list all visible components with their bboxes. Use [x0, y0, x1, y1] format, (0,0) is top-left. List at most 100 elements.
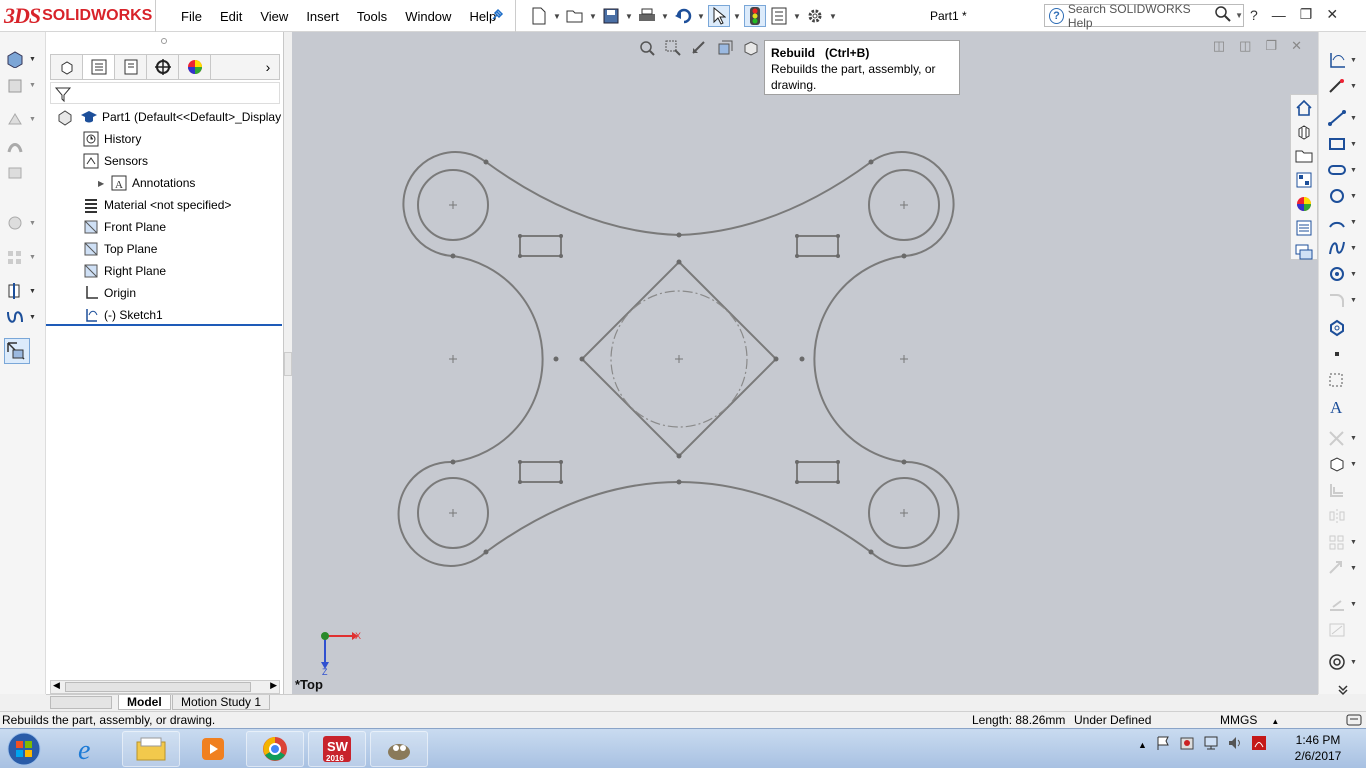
section-view-icon[interactable]: [715, 38, 735, 58]
tree-item-material[interactable]: Material <not specified>: [46, 194, 284, 216]
open-folder-icon[interactable]: [564, 5, 586, 27]
fillet-icon[interactable]: ▼: [5, 212, 37, 234]
restore-icon[interactable]: ❐: [1300, 6, 1313, 23]
panel-grip[interactable]: [161, 38, 167, 44]
forum-icon[interactable]: [1291, 241, 1317, 263]
undo-icon[interactable]: [672, 5, 694, 27]
scroll-left-icon[interactable]: ◀: [53, 680, 60, 691]
help-menu-icon[interactable]: ?: [1250, 7, 1258, 23]
revolve-icon[interactable]: ▼: [5, 74, 37, 96]
save-dropdown-arrow[interactable]: ▼: [624, 12, 634, 21]
viewport-close-icon[interactable]: ✕: [1291, 38, 1302, 54]
panel-collapse-handle[interactable]: [284, 352, 292, 376]
display-manager-tab-icon[interactable]: [179, 55, 211, 79]
new-document-icon[interactable]: [528, 5, 550, 27]
arc-icon[interactable]: ▼: [1327, 212, 1361, 232]
file-explorer-icon[interactable]: [1291, 145, 1317, 167]
tree-item-right-plane[interactable]: Right Plane: [46, 260, 284, 282]
quick-snaps-icon[interactable]: ▼: [1327, 652, 1361, 672]
menu-file[interactable]: File: [172, 9, 211, 24]
rebuild-traffic-light-icon[interactable]: [744, 5, 766, 27]
linear-pattern-icon[interactable]: ▼: [1327, 532, 1361, 552]
chrome-icon[interactable]: [246, 731, 304, 767]
property-manager-tab-icon[interactable]: [83, 55, 115, 79]
minimize-icon[interactable]: —: [1272, 7, 1286, 23]
display-relations-icon[interactable]: ▼: [1327, 594, 1361, 614]
tab-motion-study[interactable]: Motion Study 1: [172, 695, 271, 710]
tree-item-front-plane[interactable]: Front Plane: [46, 216, 284, 238]
start-button-icon[interactable]: [4, 730, 44, 768]
smart-dimension-icon[interactable]: ▼: [1327, 76, 1361, 96]
internet-explorer-icon[interactable]: e: [60, 731, 118, 767]
menu-edit[interactable]: Edit: [211, 9, 251, 24]
new-dropdown-arrow[interactable]: ▼: [552, 12, 562, 21]
previous-view-icon[interactable]: [689, 38, 709, 58]
tree-filter-input[interactable]: [50, 82, 280, 104]
scroll-thumb[interactable]: [65, 682, 251, 692]
expand-arrow-icon[interactable]: ▶: [98, 179, 108, 188]
view-palette-icon[interactable]: [1291, 169, 1317, 191]
instant3d-icon[interactable]: [4, 338, 30, 364]
tree-item-history[interactable]: History: [46, 128, 284, 150]
search-dropdown-arrow[interactable]: ▼: [1235, 11, 1243, 20]
solidworks-logo[interactable]: 3DS SOLIDWORKS: [4, 2, 152, 30]
feature-tree-tab-icon[interactable]: [51, 55, 83, 79]
show-hidden-icons[interactable]: ▲: [1138, 740, 1147, 750]
custom-properties-icon[interactable]: [1291, 217, 1317, 239]
close-icon[interactable]: ✕: [1326, 6, 1338, 23]
search-magnifier-icon[interactable]: [1215, 6, 1231, 25]
network-icon[interactable]: [1203, 735, 1219, 754]
system-clock[interactable]: 1:46 PM 2/6/2017: [1286, 732, 1350, 764]
mirror-entities-icon[interactable]: [1327, 506, 1361, 526]
options-gear-icon[interactable]: [804, 5, 826, 27]
offset-entities-icon[interactable]: [1327, 480, 1361, 500]
tree-item-part[interactable]: Part1 (Default<<Default>_Display S: [46, 106, 284, 128]
properties-dropdown-arrow[interactable]: ▼: [792, 12, 802, 21]
graphics-area[interactable]: X Z ◫ ◫ ❐ ✕ *Top: [292, 32, 1318, 694]
file-properties-icon[interactable]: [768, 5, 790, 27]
curves-icon[interactable]: ▼: [5, 306, 37, 328]
sketch-text-icon[interactable]: A: [1327, 396, 1361, 416]
menu-insert[interactable]: Insert: [297, 9, 348, 24]
viewport-restore-icon[interactable]: ❐: [1265, 38, 1277, 54]
expand-toolbar-icon[interactable]: [1337, 680, 1366, 700]
menu-window[interactable]: Window: [396, 9, 460, 24]
tree-horizontal-scrollbar[interactable]: ◀ ▶: [50, 680, 280, 694]
sketch-fillet-icon[interactable]: ▼: [1327, 290, 1361, 310]
spline-icon[interactable]: ▼: [1327, 238, 1361, 258]
viewport-toggle-icon[interactable]: ◫: [1239, 38, 1251, 54]
polygon-icon[interactable]: [1327, 318, 1361, 338]
menu-tools[interactable]: Tools: [348, 9, 396, 24]
scroll-right-icon[interactable]: ▶: [270, 680, 277, 691]
select-dropdown-arrow[interactable]: ▼: [732, 12, 742, 21]
options-dropdown-arrow[interactable]: ▼: [828, 12, 838, 21]
zoom-to-fit-icon[interactable]: [637, 38, 657, 58]
file-explorer-taskbar-icon[interactable]: [122, 731, 180, 767]
point-icon[interactable]: [1327, 344, 1361, 364]
unit-system-selector[interactable]: MMGS ▲: [1220, 713, 1279, 727]
rectangle-icon[interactable]: ▼: [1327, 134, 1361, 154]
solidworks-taskbar-icon[interactable]: SW 2016: [308, 731, 366, 767]
line-icon[interactable]: ▼: [1327, 108, 1361, 128]
rollback-bar[interactable]: [46, 324, 282, 326]
search-help-input[interactable]: ? Search SOLIDWORKS Help ▼: [1044, 2, 1244, 30]
menu-view[interactable]: View: [251, 9, 297, 24]
security-icon[interactable]: [1179, 735, 1195, 754]
circle-icon[interactable]: ▼: [1327, 186, 1361, 206]
convert-entities-icon[interactable]: ▼: [1327, 454, 1361, 474]
pattern-icon[interactable]: ▼: [5, 246, 37, 268]
media-player-icon[interactable]: [184, 731, 242, 767]
sweep-icon[interactable]: [5, 136, 37, 158]
dimxpert-manager-tab-icon[interactable]: [147, 55, 179, 79]
print-dropdown-arrow[interactable]: ▼: [660, 12, 670, 21]
boundary-icon[interactable]: [5, 162, 37, 184]
zoom-to-area-icon[interactable]: [663, 38, 683, 58]
move-entities-icon[interactable]: ▼: [1327, 558, 1361, 578]
ellipse-icon[interactable]: ▼: [1327, 264, 1361, 284]
repair-sketch-icon[interactable]: [1327, 620, 1361, 640]
sketch-icon[interactable]: ▼: [1327, 50, 1361, 70]
extrude-icon[interactable]: ▼: [5, 48, 37, 70]
home-icon[interactable]: [1291, 97, 1317, 119]
acrobat-icon[interactable]: [1251, 735, 1267, 754]
tree-item-sketch1[interactable]: (-) Sketch1: [46, 304, 284, 326]
